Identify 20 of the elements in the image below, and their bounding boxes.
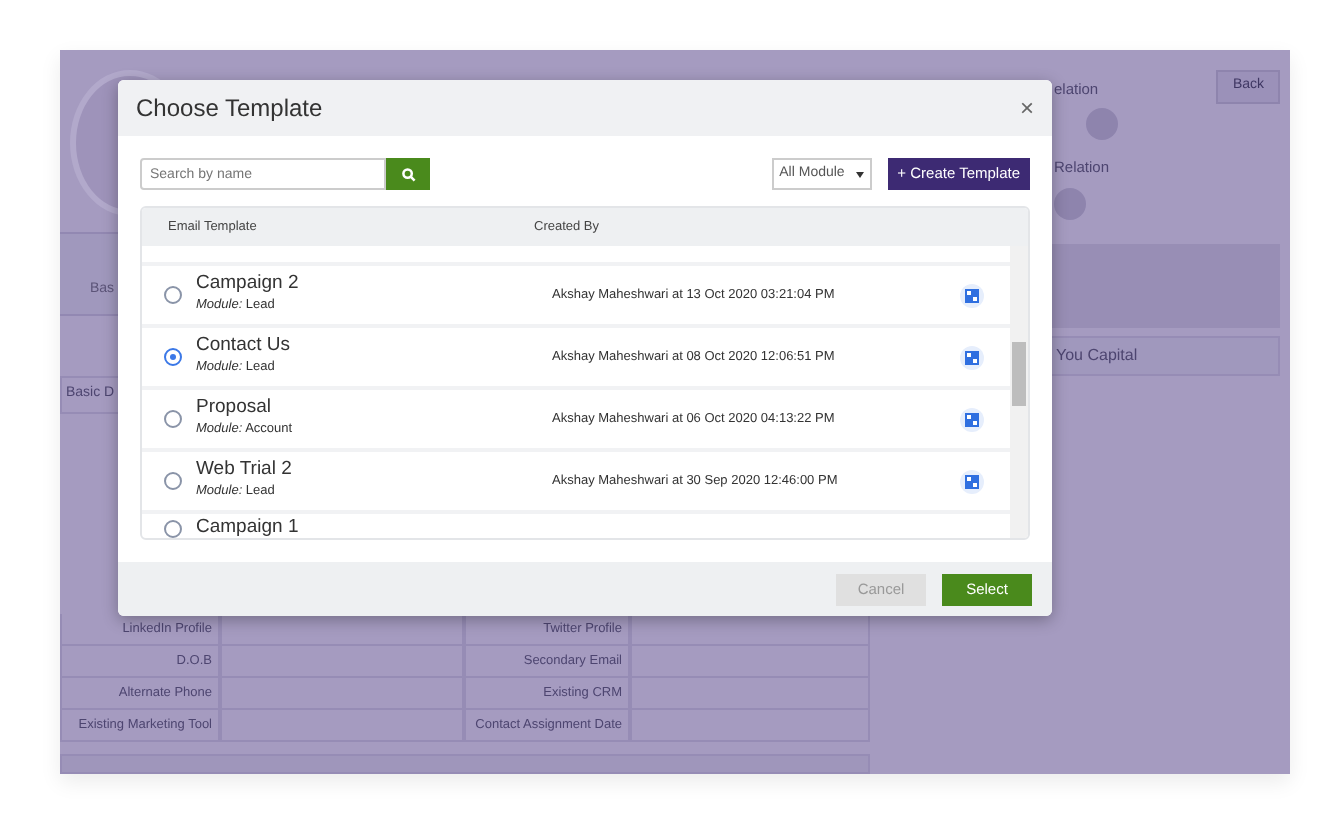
close-button[interactable]: × — [1019, 96, 1034, 120]
scrollbar[interactable] — [1010, 246, 1028, 538]
template-name: Campaign 1 — [196, 518, 301, 538]
template-name: Contact Us — [196, 336, 292, 359]
search-button[interactable] — [386, 158, 430, 190]
radio-button[interactable] — [164, 286, 182, 304]
caret-icon — [855, 171, 864, 177]
radio-button[interactable] — [164, 520, 182, 538]
radio-button[interactable] — [164, 348, 182, 366]
radio-button[interactable] — [164, 410, 182, 428]
radio-button[interactable] — [164, 472, 182, 490]
preview-icon[interactable] — [960, 469, 984, 493]
template-name: Web Trial 2 — [196, 460, 294, 483]
preview-icon[interactable] — [960, 283, 984, 307]
preview-icon[interactable] — [960, 407, 984, 431]
search-icon — [401, 167, 415, 181]
preview-icon[interactable] — [960, 345, 984, 369]
template-name: Campaign 2 — [196, 274, 301, 297]
template-name: Proposal — [196, 398, 273, 421]
modal-title: Choose Template — [136, 92, 323, 126]
